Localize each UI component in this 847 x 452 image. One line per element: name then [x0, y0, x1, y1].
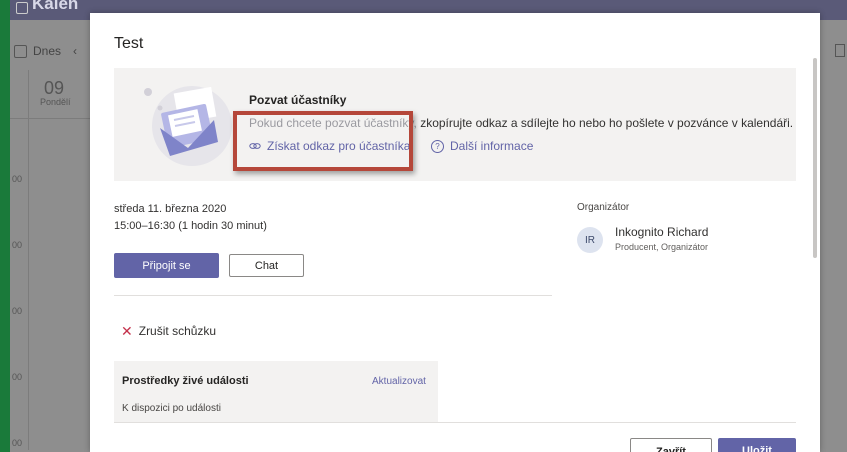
chevron-left-icon[interactable]: ‹: [73, 44, 77, 58]
highlight-annotation: [233, 111, 413, 171]
close-button[interactable]: Zavřít: [630, 438, 712, 452]
calendar-app-icon: [16, 2, 28, 14]
live-resources-status: K dispozici po události: [122, 403, 221, 414]
day-number: 09: [44, 78, 65, 98]
hour-label: 00: [12, 372, 23, 382]
meeting-time: 15:00–16:30 (1 hodin 30 minut): [114, 220, 267, 232]
organizer-name: Inkognito Richard: [615, 225, 709, 239]
live-resources-title: Prostředky živé události: [122, 375, 249, 387]
organizer-role: Producent, Organizátor: [615, 242, 709, 252]
hour-label: 00: [12, 438, 23, 448]
footer-divider: [114, 422, 796, 423]
avatar: IR: [577, 227, 603, 253]
hour-label: 00: [12, 174, 23, 184]
envelope-illustration-icon: [144, 86, 232, 166]
more-info-link[interactable]: ? Další informace: [431, 139, 533, 153]
right-panel-icon[interactable]: [835, 44, 845, 57]
meeting-details-dialog: Test Pozvat účastníky Pokud chcete pozva…: [90, 13, 820, 452]
meeting-date: středa 11. března 2020: [114, 203, 227, 215]
app-title: Kalen: [32, 0, 79, 13]
calendar-column-divider: [28, 70, 29, 450]
cancel-meeting-button[interactable]: ✕ Zrušit schůzku: [121, 324, 216, 338]
dialog-title: Test: [114, 35, 144, 52]
close-icon: ✕: [121, 323, 133, 339]
scrollbar[interactable]: [813, 58, 817, 258]
chat-button[interactable]: Chat: [229, 254, 304, 277]
day-name: Pondělí: [40, 97, 71, 107]
section-divider: [114, 295, 552, 296]
today-label: Dnes: [33, 44, 62, 58]
cancel-meeting-label: Zrušit schůzku: [138, 324, 217, 338]
help-icon: ?: [431, 139, 444, 153]
invite-participants-panel: Pozvat účastníky Pokud chcete pozvat úča…: [114, 68, 796, 181]
hour-label: 00: [12, 306, 23, 316]
update-link[interactable]: Aktualizovat: [372, 376, 426, 387]
today-button[interactable]: Dnes ‹: [14, 44, 77, 58]
invite-title: Pozvat účastníky: [249, 93, 347, 107]
invite-description-main: zkopírujte odkaz a sdílejte ho nebo ho p…: [416, 116, 794, 130]
join-button[interactable]: Připojit se: [114, 253, 219, 278]
hour-label: 00: [12, 240, 23, 250]
live-event-resources-panel: Prostředky živé události Aktualizovat K …: [114, 361, 438, 423]
organizer-label: Organizátor: [577, 202, 630, 213]
more-info-label: Další informace: [450, 139, 534, 153]
today-icon: [14, 44, 27, 58]
save-button[interactable]: Uložit: [718, 438, 796, 452]
calendar-hour-line: [10, 118, 100, 119]
